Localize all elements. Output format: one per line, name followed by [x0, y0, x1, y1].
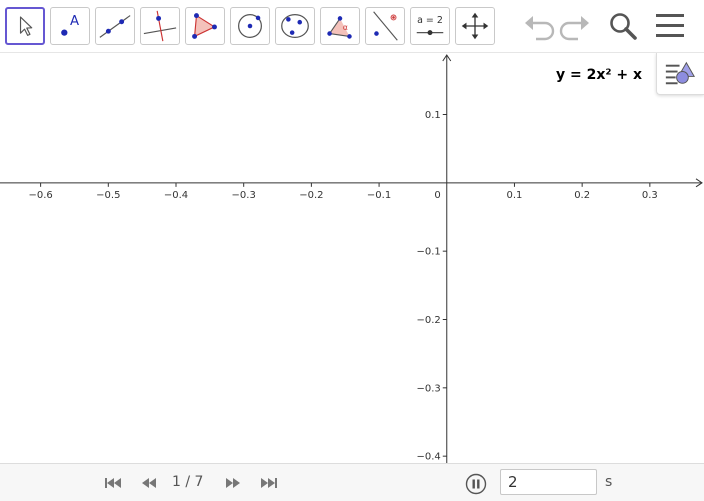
angle-tool-label: α: [343, 23, 348, 32]
style-bar-toggle-button[interactable]: [656, 53, 704, 95]
x-tick-label: −0.5: [96, 190, 120, 201]
redo-icon: [559, 16, 589, 41]
first-slide-button[interactable]: [102, 474, 124, 492]
fast-forward-icon: [226, 478, 240, 488]
x-tick-label: −0.4: [164, 190, 188, 201]
pause-icon: [465, 473, 487, 495]
point-tool-label: A: [70, 14, 79, 29]
x-tick-label: −0.3: [232, 190, 256, 201]
x-tick-label: 0.2: [574, 190, 590, 201]
graphics-view[interactable]: −0.6 −0.5 −0.4 −0.3 −0.2 −0.1 0.1 0.2 0.3 0.1 −0.1…: [0, 53, 704, 463]
hamburger-menu-icon: [656, 14, 684, 37]
angle-tool-button[interactable]: α: [320, 7, 360, 45]
skip-to-start-icon: [105, 478, 121, 488]
geogebra-app: A α a = 2 −0.6 −0.5 −0.4 −0.3 −0.2 −0.1 …: [0, 0, 704, 501]
y-tick-label: −0.1: [416, 247, 440, 258]
next-slide-button[interactable]: [222, 474, 244, 492]
undo-button[interactable]: [518, 7, 558, 45]
slider-tool-label: a = 2: [417, 15, 443, 26]
main-menu-button[interactable]: [650, 7, 690, 45]
search-icon: [610, 13, 637, 40]
y-tick-label: −0.4: [416, 452, 440, 463]
move-arrows-icon: [461, 12, 489, 40]
point-icon: A: [61, 14, 79, 36]
ellipse-tool-button[interactable]: [275, 7, 315, 45]
slide-duration-unit: s: [605, 474, 613, 490]
arrow-pointer-icon: [19, 16, 33, 36]
skip-to-end-icon: [261, 478, 277, 488]
slide-counter: 1 / 7: [172, 474, 204, 490]
function-label[interactable]: y = 2x² + x: [556, 67, 642, 83]
search-button[interactable]: [603, 7, 643, 45]
y-tick-label: 0.1: [425, 110, 441, 121]
point-tool-button[interactable]: A: [50, 7, 90, 45]
style-bar-toggle-icon: [665, 61, 696, 85]
reflect-tool-button[interactable]: [365, 7, 405, 45]
circle-center-point-icon: [238, 14, 262, 38]
line-tool-button[interactable]: [95, 7, 135, 45]
redo-button[interactable]: [556, 7, 596, 45]
slider-icon: a = 2: [416, 15, 444, 36]
x-tick-label: −0.6: [28, 190, 52, 201]
x-tick-label: −0.2: [299, 190, 323, 201]
toolbar: A α a = 2: [0, 0, 704, 53]
move-graphics-view-tool-button[interactable]: [455, 7, 495, 45]
perpendicular-line-tool-button[interactable]: [140, 7, 180, 45]
undo-icon: [525, 16, 555, 41]
last-slide-button[interactable]: [258, 474, 280, 492]
slide-duration-input[interactable]: [500, 469, 597, 495]
line-through-points-icon: [99, 15, 131, 38]
conic-through-points-icon: [281, 14, 309, 38]
origin-label: 0: [434, 190, 440, 201]
polygon-tool-button[interactable]: [185, 7, 225, 45]
pause-button[interactable]: [465, 473, 487, 495]
x-tick-label: 0.3: [642, 190, 658, 201]
coordinate-axes: −0.6 −0.5 −0.4 −0.3 −0.2 −0.1 0.1 0.2 0.3 0.1 −0.1…: [0, 54, 703, 463]
reflect-about-line-icon: [373, 11, 398, 41]
circle-tool-button[interactable]: [230, 7, 270, 45]
slider-tool-button[interactable]: a = 2: [410, 7, 450, 45]
y-tick-label: −0.2: [416, 315, 440, 326]
perpendicular-line-icon: [143, 10, 177, 42]
move-tool-button[interactable]: [5, 7, 45, 45]
previous-slide-button[interactable]: [138, 474, 160, 492]
y-tick-label: −0.3: [416, 383, 440, 394]
x-tick-label: −0.1: [367, 190, 391, 201]
slideshow-bar: 1 / 7 s: [0, 463, 704, 501]
polygon-icon: [192, 13, 217, 39]
rewind-icon: [142, 478, 156, 488]
angle-icon: α: [327, 16, 352, 39]
x-tick-label: 0.1: [507, 190, 523, 201]
